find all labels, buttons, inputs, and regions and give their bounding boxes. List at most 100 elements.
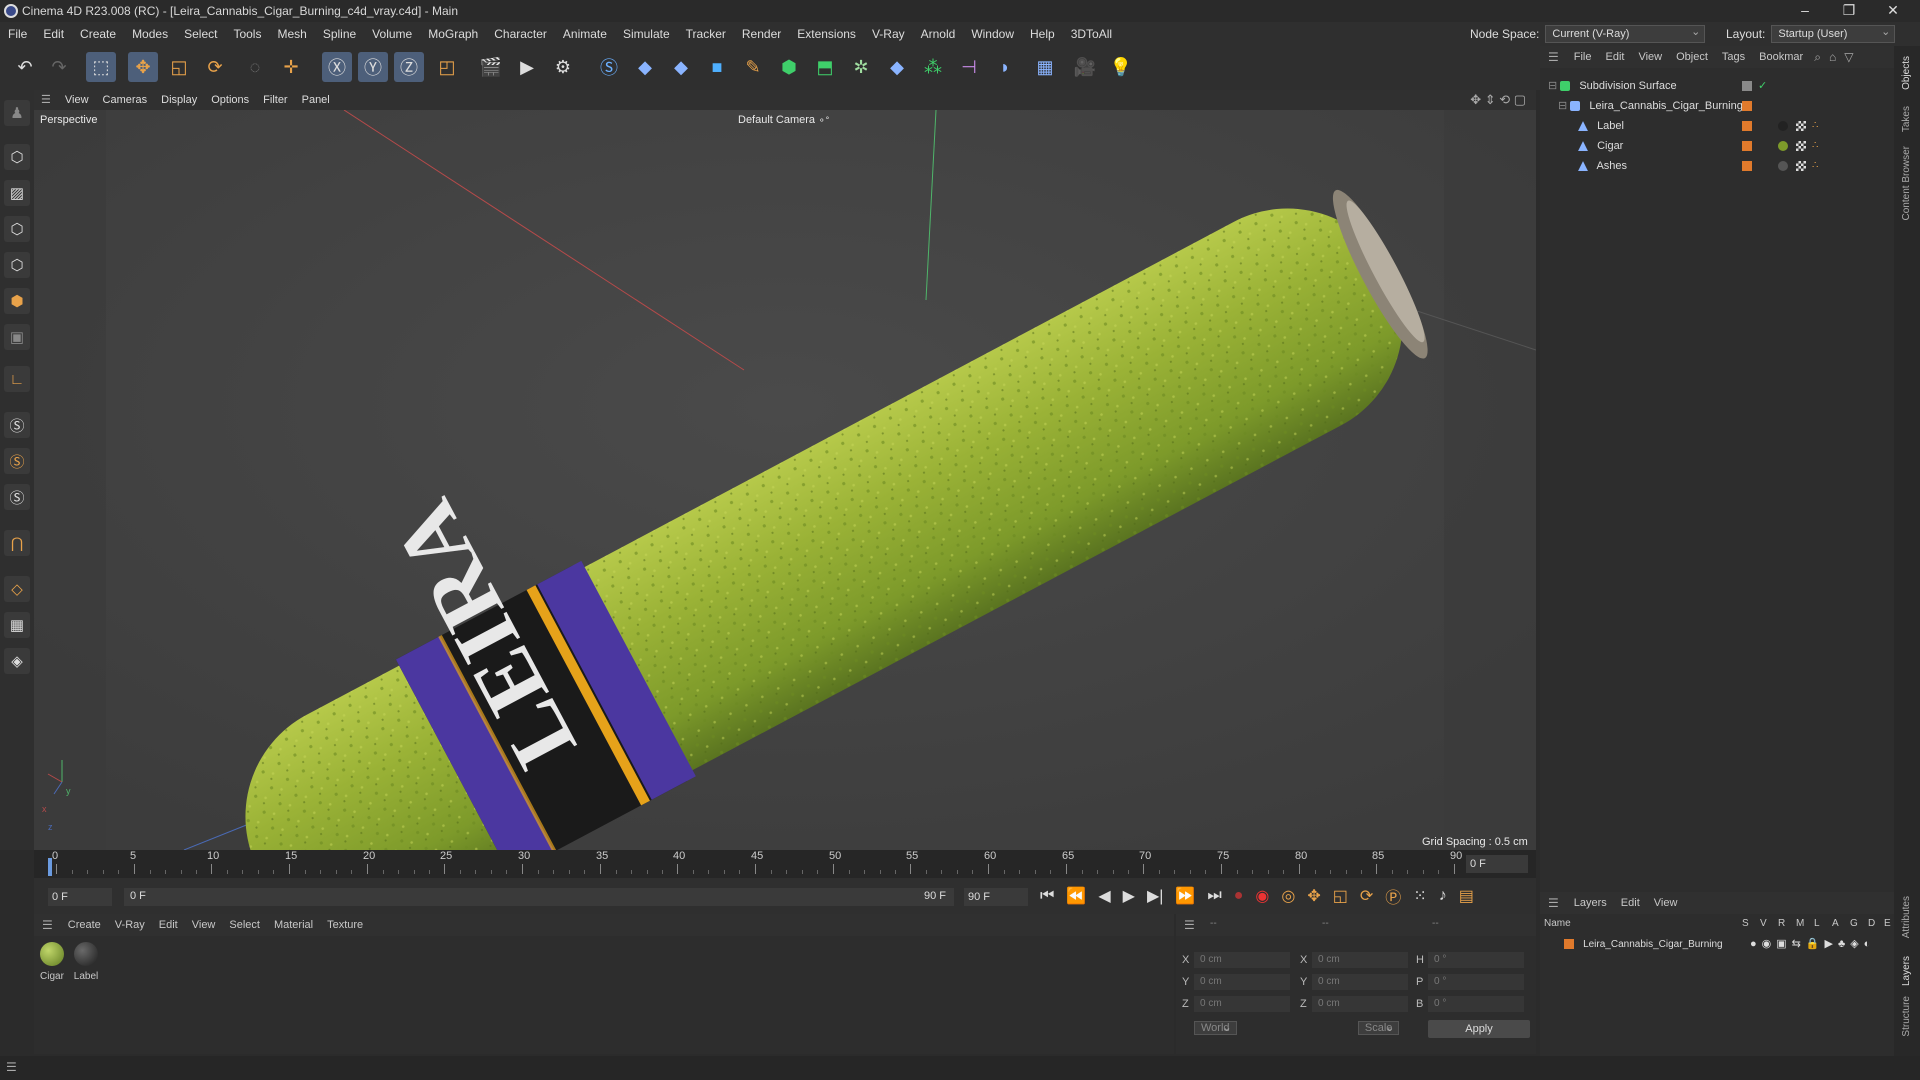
viewport-nav-icons[interactable]: ✥ ⇕ ⟲ ▢: [1470, 92, 1526, 108]
menu-create[interactable]: Create: [72, 22, 124, 46]
uvw-tag-icon[interactable]: [1796, 161, 1806, 171]
grid-icon[interactable]: ▦: [4, 612, 30, 638]
phong-tag-icon[interactable]: ∴: [1812, 116, 1818, 136]
viewport-menu-view[interactable]: View: [58, 90, 96, 110]
layer-flag-icons[interactable]: ●◉▣⇆🔒▶♣◈◐: [1750, 934, 1875, 954]
tab-takes[interactable]: Takes: [1901, 106, 1912, 132]
light-icon[interactable]: 💡: [1106, 52, 1136, 82]
layer-menu-edit[interactable]: Edit: [1614, 897, 1647, 909]
obj-menu-view[interactable]: View: [1631, 51, 1669, 63]
menu-help[interactable]: Help: [1022, 22, 1063, 46]
floor-icon[interactable]: ▦: [1030, 52, 1060, 82]
z-axis-lock-icon[interactable]: Ⓩ: [394, 52, 424, 82]
menu-tools[interactable]: Tools: [225, 22, 269, 46]
start-frame-field[interactable]: 0 F: [48, 888, 112, 906]
layer-color-icon[interactable]: [1742, 101, 1752, 111]
record-icon[interactable]: ●: [1234, 887, 1244, 905]
object-row-ashes[interactable]: Ashes ∴: [1540, 156, 1894, 176]
menu-file[interactable]: File: [0, 22, 35, 46]
layout-dropdown[interactable]: Startup (User): [1771, 24, 1896, 43]
workplane-icon[interactable]: ◇: [4, 576, 30, 602]
polygon-mode-icon[interactable]: ⬢: [4, 288, 30, 314]
coord-pos-z-field[interactable]: 0 cm: [1194, 996, 1290, 1012]
snap-settings-icon[interactable]: Ⓢ: [4, 448, 30, 474]
menu-vray[interactable]: V-Ray: [864, 22, 913, 46]
play-icon[interactable]: ▶: [1123, 886, 1135, 906]
scale-tool-icon[interactable]: ◱: [164, 52, 194, 82]
viewport-menu-panel[interactable]: Panel: [295, 90, 337, 110]
coord-rot-h-field[interactable]: 0 °: [1428, 952, 1524, 968]
tab-structure[interactable]: Structure: [1901, 996, 1912, 1037]
object-mode-icon[interactable]: ⬡: [4, 144, 30, 170]
coord-rot-b-field[interactable]: 0 °: [1428, 996, 1524, 1012]
coord-rot-p-field[interactable]: 0 °: [1428, 974, 1524, 990]
object-row-subdivision[interactable]: ⊟ Subdivision Surface ✓: [1540, 76, 1894, 96]
object-row-label[interactable]: Label ∴: [1540, 116, 1894, 136]
step-back-icon[interactable]: ◀: [1098, 886, 1110, 906]
point-mode-icon[interactable]: ⬡: [4, 216, 30, 242]
tab-content-browser[interactable]: Content Browser: [1901, 146, 1912, 220]
material-tag-icon[interactable]: [1778, 161, 1788, 171]
layer-color-icon[interactable]: [1742, 161, 1752, 171]
object-search-icon[interactable]: ⌕: [1810, 50, 1825, 65]
soft-selection-icon[interactable]: ◈: [4, 648, 30, 674]
obj-menu-bookmarks[interactable]: Bookmar: [1752, 51, 1810, 63]
viewport[interactable]: LEIRA Perspective Default Camera ⚬° Grid…: [34, 110, 1536, 850]
motion-system-icon[interactable]: ♪: [1439, 887, 1447, 905]
quantize-icon[interactable]: Ⓢ: [4, 484, 30, 510]
menu-volume[interactable]: Volume: [364, 22, 420, 46]
key-scale-icon[interactable]: ◱: [1333, 886, 1348, 906]
select-tool-icon[interactable]: ⬚: [86, 52, 116, 82]
enabled-check-icon[interactable]: ✓: [1758, 76, 1767, 96]
camera-icon[interactable]: 🎥: [1070, 52, 1100, 82]
python-icon-2[interactable]: ◆: [666, 52, 696, 82]
magnet-icon[interactable]: ⋂: [4, 530, 30, 556]
keyframe-selection-icon[interactable]: ◎: [1281, 886, 1295, 906]
mat-menu-select[interactable]: Select: [222, 919, 267, 931]
coord-size-y-field[interactable]: 0 cm: [1312, 974, 1408, 990]
menu-render[interactable]: Render: [734, 22, 789, 46]
menu-mograph[interactable]: MoGraph: [420, 22, 486, 46]
obj-menu-object[interactable]: Object: [1669, 51, 1715, 63]
layer-color-icon[interactable]: [1742, 141, 1752, 151]
key-rotation-icon[interactable]: ⟳: [1360, 886, 1373, 906]
render-settings-icon[interactable]: ⚙: [548, 52, 578, 82]
key-param-icon[interactable]: Ⓟ: [1385, 884, 1401, 908]
viewport-menu-filter[interactable]: Filter: [256, 90, 294, 110]
timeline-ruler[interactable]: 0 5 10 15 20 25 30 35 40 45 50 55 60 65 70 75 80 85 90 0 F: [34, 850, 1536, 878]
menu-animate[interactable]: Animate: [555, 22, 615, 46]
vray-icon[interactable]: Ⓢ: [594, 52, 624, 82]
status-hamburger-icon[interactable]: ☰: [6, 1060, 17, 1074]
object-row-cigar-burning[interactable]: ⊟ Leira_Cannabis_Cigar_Burning: [1540, 96, 1894, 116]
mat-menu-view[interactable]: View: [185, 919, 223, 931]
object-hamburger-icon[interactable]: ☰: [1540, 50, 1567, 64]
frame-range-slider[interactable]: 0 F 90 F: [124, 888, 954, 906]
viewport-menu-display[interactable]: Display: [154, 90, 204, 110]
coord-hamburger-icon[interactable]: ☰: [1184, 918, 1195, 932]
go-to-start-icon[interactable]: ⏮: [1040, 887, 1054, 905]
coord-mode-dropdown[interactable]: World: [1194, 1021, 1237, 1035]
obj-menu-file[interactable]: File: [1567, 51, 1599, 63]
obj-menu-edit[interactable]: Edit: [1599, 51, 1632, 63]
coord-size-z-field[interactable]: 0 cm: [1312, 996, 1408, 1012]
close-icon[interactable]: ✕: [1878, 2, 1908, 19]
axis-mode-icon[interactable]: ∟: [4, 366, 30, 392]
end-frame-field[interactable]: 90 F: [964, 888, 1028, 906]
render-view-icon[interactable]: ▶: [512, 52, 542, 82]
texture-mode-icon[interactable]: ▨: [4, 180, 30, 206]
coord-pos-x-field[interactable]: 0 cm: [1194, 952, 1290, 968]
coord-size-x-field[interactable]: 0 cm: [1312, 952, 1408, 968]
apply-button[interactable]: Apply: [1428, 1020, 1530, 1038]
key-pla-icon[interactable]: ⁙: [1413, 886, 1426, 906]
object-filter-icon[interactable]: ▽: [1840, 50, 1857, 64]
restore-icon[interactable]: ❐: [1834, 2, 1864, 19]
autokey-icon[interactable]: ◉: [1255, 886, 1269, 906]
snap-icon[interactable]: Ⓢ: [4, 412, 30, 438]
tab-objects[interactable]: Objects: [1901, 56, 1912, 90]
menu-select[interactable]: Select: [176, 22, 225, 46]
move-tool-icon[interactable]: ✥: [128, 52, 158, 82]
phong-tag-icon[interactable]: ∴: [1812, 156, 1818, 176]
camera-indicator[interactable]: Default Camera ⚬°: [738, 114, 829, 126]
layer-color-icon[interactable]: [1742, 121, 1752, 131]
obj-menu-tags[interactable]: Tags: [1715, 51, 1752, 63]
